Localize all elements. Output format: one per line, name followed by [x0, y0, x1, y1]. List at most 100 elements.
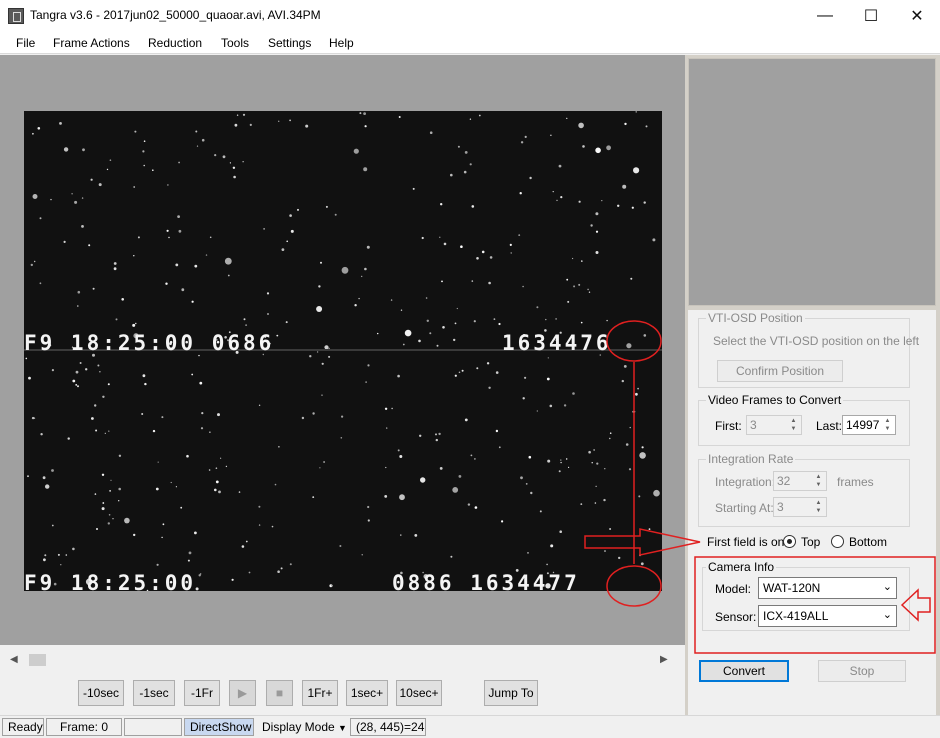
star: [566, 458, 568, 460]
star: [191, 373, 194, 376]
star: [165, 282, 168, 285]
back-1sec-button[interactable]: -1sec: [133, 680, 175, 706]
spinner-arrows-icon: ▲ ▼: [790, 418, 797, 432]
star: [312, 412, 315, 415]
back-1frame-button[interactable]: -1Fr: [184, 680, 220, 706]
star: [74, 200, 78, 204]
star: [563, 404, 567, 407]
star: [156, 563, 159, 566]
star: [617, 204, 620, 207]
star: [108, 514, 111, 516]
star: [559, 530, 562, 533]
star: [435, 438, 438, 442]
star: [267, 313, 269, 315]
forward-1frame-button[interactable]: 1Fr+: [302, 680, 338, 706]
star: [520, 476, 523, 480]
forward-10sec-button[interactable]: 10sec+: [396, 680, 442, 706]
stop-playback-button[interactable]: ■: [266, 680, 293, 706]
scroll-left-icon[interactable]: ◀: [10, 654, 18, 665]
menu-help[interactable]: Help: [329, 36, 354, 50]
star: [320, 261, 322, 264]
star: [458, 475, 462, 478]
star: [137, 236, 140, 239]
star: [471, 205, 475, 208]
vti-osd-instruction: Select the VTI-OSD position on the left: [713, 334, 920, 348]
star: [609, 432, 612, 435]
star: [107, 522, 111, 525]
star: [400, 534, 402, 536]
star: [152, 169, 154, 171]
horizontal-scrollbar[interactable]: [0, 650, 685, 670]
star: [135, 322, 137, 325]
chevron-down-icon: ⌄: [882, 609, 892, 621]
star: [63, 147, 69, 152]
star: [205, 254, 208, 256]
scroll-right-icon[interactable]: ▶: [660, 654, 668, 665]
video-frames-title: Video Frames to Convert: [706, 393, 844, 407]
star: [200, 427, 204, 430]
star: [245, 324, 248, 326]
star: [43, 558, 46, 562]
star: [419, 434, 422, 437]
star: [652, 238, 656, 242]
star: [566, 117, 568, 119]
spinner-arrows-icon: ▲ ▼: [815, 474, 822, 488]
star: [366, 245, 370, 249]
star: [133, 255, 135, 257]
top-field-label[interactable]: Top: [801, 535, 820, 549]
star: [630, 277, 633, 280]
star: [578, 283, 581, 286]
star: [40, 433, 43, 436]
sensor-select[interactable]: ICX-419ALL ⌄: [758, 605, 897, 627]
menu-settings[interactable]: Settings: [268, 36, 311, 50]
star: [95, 429, 98, 432]
scroll-thumb[interactable]: [29, 654, 46, 666]
star: [435, 433, 437, 436]
star: [289, 119, 291, 122]
star: [460, 245, 463, 248]
status-display-mode[interactable]: Display Mode ▼: [256, 718, 348, 736]
star: [528, 455, 532, 459]
star: [390, 299, 393, 301]
maximize-button[interactable]: ☐: [848, 0, 894, 31]
stop-button[interactable]: Stop: [818, 660, 906, 682]
star: [626, 343, 632, 349]
star: [522, 285, 524, 288]
first-frame-input[interactable]: 3 ▲ ▼: [746, 415, 802, 435]
back-10sec-button[interactable]: -10sec: [78, 680, 124, 706]
star: [495, 371, 499, 374]
star: [489, 256, 493, 259]
star: [102, 502, 105, 504]
integration-input[interactable]: 32 ▲ ▼: [773, 471, 827, 491]
bottom-field-label[interactable]: Bottom: [849, 535, 887, 549]
star: [316, 351, 319, 353]
star: [90, 178, 93, 181]
minimize-button[interactable]: —: [802, 0, 848, 31]
star: [400, 309, 403, 311]
menu-reduction[interactable]: Reduction: [148, 36, 202, 50]
integration-rate-title: Integration Rate: [706, 452, 796, 466]
star: [399, 494, 405, 501]
convert-button[interactable]: Convert: [699, 660, 789, 682]
menu-file[interactable]: File: [16, 36, 35, 50]
star: [572, 392, 575, 395]
confirm-position-button[interactable]: Confirm Position: [717, 360, 843, 382]
starting-at-input[interactable]: 3 ▲ ▼: [773, 497, 827, 517]
video-frame[interactable]: F9 18:25:00 0686 1634476 F9 18:25:00 088…: [24, 111, 662, 591]
star: [312, 496, 315, 498]
jump-to-button[interactable]: Jump To: [484, 680, 538, 706]
play-button[interactable]: ▶: [229, 680, 256, 706]
menu-frame-actions[interactable]: Frame Actions: [53, 36, 130, 50]
last-frame-input[interactable]: 14997 ▲ ▼: [842, 415, 896, 435]
star: [227, 274, 230, 277]
star: [229, 162, 231, 164]
forward-1sec-button[interactable]: 1sec+: [346, 680, 388, 706]
star: [112, 518, 114, 520]
top-field-radio[interactable]: [783, 535, 796, 548]
model-select[interactable]: WAT-120N ⌄: [758, 577, 897, 599]
menu-tools[interactable]: Tools: [221, 36, 249, 50]
bottom-field-radio[interactable]: [831, 535, 844, 548]
star: [102, 395, 105, 398]
close-button[interactable]: ✕: [894, 0, 940, 31]
status-renderer: DirectShow: [184, 718, 254, 736]
